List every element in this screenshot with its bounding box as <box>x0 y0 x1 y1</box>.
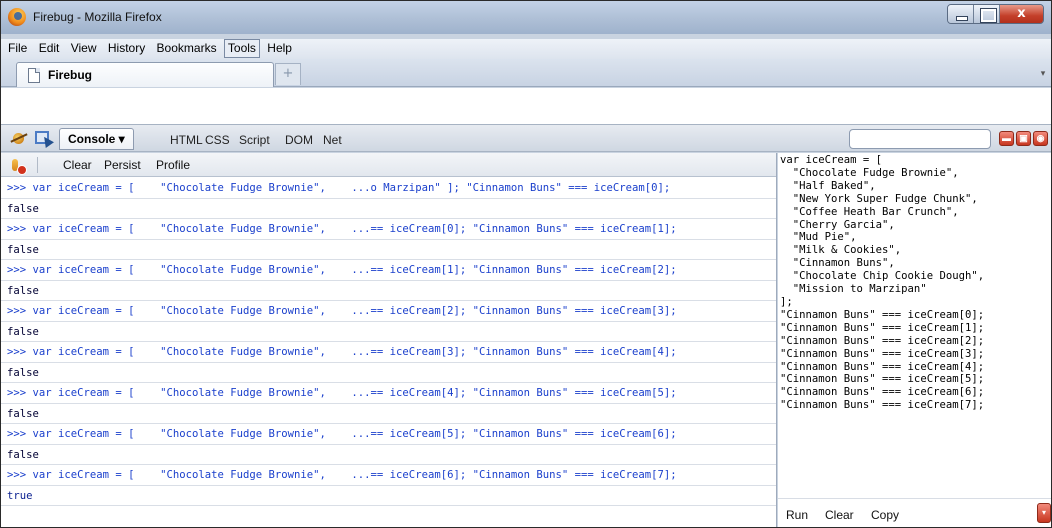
console-command-row[interactable]: >>> var iceCream = [ "Chocolate Fudge Br… <box>1 342 776 363</box>
window-controls: x <box>947 4 1044 24</box>
tab-bar: Firebug + ▾ <box>1 59 1051 87</box>
run-button[interactable]: Run <box>786 508 808 522</box>
code-line: var iceCream = [ <box>780 154 883 166</box>
command-editor-panel: var iceCream = [ "Chocolate Fudge Browni… <box>778 153 1051 527</box>
tab-firebug[interactable]: Firebug <box>16 62 274 87</box>
code-line: "Cinnamon Buns" === iceCream[7]; <box>780 399 985 412</box>
code-line: "Mud Pie", <box>780 231 857 244</box>
console-result-row: false <box>1 404 776 424</box>
code-line: "Cinnamon Buns", <box>780 257 895 270</box>
firebug-close-icon[interactable]: ◉ <box>1033 131 1048 146</box>
editor-clear-button[interactable]: Clear <box>825 508 854 522</box>
code-line: "Cinnamon Buns" === iceCream[4]; <box>780 360 985 373</box>
code-line: "Cinnamon Buns" === iceCream[5]; <box>780 373 985 386</box>
console-command-row[interactable]: >>> var iceCream = [ "Chocolate Fudge Br… <box>1 260 776 281</box>
console-result-row: false <box>1 240 776 260</box>
code-line: "Cinnamon Buns" === iceCream[0]; <box>780 308 985 321</box>
code-line: "Half Baked", <box>780 179 876 192</box>
console-result-row: true <box>1 486 776 506</box>
console-command-row[interactable]: >>> var iceCream = [ "Chocolate Fudge Br… <box>1 383 776 404</box>
console-log: >>> var iceCream = [ "Chocolate Fudge Br… <box>1 178 776 527</box>
code-line: "Coffee Heath Bar Crunch", <box>780 205 959 218</box>
copy-button[interactable]: Copy <box>871 508 899 522</box>
code-line: "Milk & Cookies", <box>780 244 902 257</box>
menu-bookmarks[interactable]: Bookmarks <box>153 39 221 58</box>
console-command-row[interactable]: >>> var iceCream = [ "Chocolate Fudge Br… <box>1 301 776 322</box>
close-icon: x <box>1017 6 1026 21</box>
tab-title: Firebug <box>48 68 92 82</box>
tab-net[interactable]: Net <box>323 133 342 147</box>
code-line: "Chocolate Chip Cookie Dough", <box>780 270 985 283</box>
menu-tools[interactable]: Tools <box>223 39 260 58</box>
tab-console[interactable]: Console ▾ <box>59 128 134 150</box>
code-line: "Cinnamon Buns" === iceCream[2]; <box>780 334 985 347</box>
toolbar-divider <box>37 157 38 173</box>
code-line: "Cinnamon Buns" === iceCream[3]; <box>780 347 985 360</box>
console-command-row[interactable]: >>> var iceCream = [ "Chocolate Fudge Br… <box>1 219 776 240</box>
menu-view[interactable]: View <box>67 39 101 58</box>
menu-help[interactable]: Help <box>263 39 296 58</box>
console-result-row: false <box>1 445 776 465</box>
console-profile-button[interactable]: Profile <box>156 158 190 172</box>
console-result-row: false <box>1 322 776 342</box>
editor-scroll-icon[interactable]: ▾ <box>1037 503 1051 523</box>
console-clear-icon[interactable] <box>10 157 27 175</box>
command-editor-textarea[interactable]: var iceCream = [ "Chocolate Fudge Browni… <box>778 153 1051 498</box>
console-result-row: false <box>1 199 776 219</box>
maximize-button[interactable] <box>974 5 1000 23</box>
firebug-toolbar: Console ▾ HTML CSS Script DOM Net ▬ ▣ ◉ <box>1 124 1051 152</box>
firebug-detach-icon[interactable]: ▣ <box>1016 131 1031 146</box>
menu-edit[interactable]: Edit <box>35 39 64 58</box>
menu-file[interactable]: File <box>4 39 31 58</box>
console-result-row: false <box>1 281 776 301</box>
tab-list-chevron-icon[interactable]: ▾ <box>1036 63 1050 85</box>
menu-history[interactable]: History <box>104 39 149 58</box>
code-line: "Chocolate Fudge Brownie", <box>780 166 959 179</box>
minimize-button[interactable] <box>948 5 974 23</box>
firebug-minimize-icon[interactable]: ▬ <box>999 131 1014 146</box>
console-toolbar: Clear Persist Profile <box>1 153 776 177</box>
console-command-row[interactable]: >>> var iceCream = [ "Chocolate Fudge Br… <box>1 424 776 445</box>
console-clear-button[interactable]: Clear <box>63 158 92 172</box>
code-line: "New York Super Fudge Chunk", <box>780 192 978 205</box>
code-line: "Mission to Marzipan" <box>780 283 927 296</box>
window-title: Firebug - Mozilla Firefox <box>33 10 162 24</box>
tab-css[interactable]: CSS <box>205 133 230 147</box>
firefox-window: Firebug - Mozilla Firefox x File Edit Vi… <box>0 0 1052 528</box>
code-line: "Cherry Garcia", <box>780 218 895 231</box>
tab-script[interactable]: Script <box>239 133 270 147</box>
page-content-area <box>1 88 1051 124</box>
code-line: ]; <box>780 295 793 308</box>
page-icon <box>28 68 40 83</box>
firebug-bug-icon[interactable] <box>10 130 28 146</box>
inspect-icon[interactable] <box>33 129 51 147</box>
console-result-row: false <box>1 363 776 383</box>
editor-toolbar: Run Clear Copy ▾ <box>778 498 1051 527</box>
code-line: "Cinnamon Buns" === iceCream[1]; <box>780 321 985 334</box>
console-command-row[interactable]: >>> var iceCream = [ "Chocolate Fudge Br… <box>1 178 776 199</box>
close-button[interactable]: x <box>1000 5 1043 23</box>
tab-dom[interactable]: DOM <box>285 133 313 147</box>
firebug-search-input[interactable] <box>849 129 991 149</box>
title-bar: Firebug - Mozilla Firefox x <box>1 1 1051 34</box>
new-tab-button[interactable]: + <box>275 63 301 85</box>
firefox-logo-icon <box>8 8 26 26</box>
code-line: "Cinnamon Buns" === iceCream[6]; <box>780 386 985 399</box>
console-command-row[interactable]: >>> var iceCream = [ "Chocolate Fudge Br… <box>1 465 776 486</box>
menu-bar: File Edit View History Bookmarks Tools H… <box>1 39 1051 59</box>
tab-html[interactable]: HTML <box>170 133 203 147</box>
console-panel: Clear Persist Profile >>> var iceCream =… <box>1 153 777 527</box>
console-persist-button[interactable]: Persist <box>104 158 141 172</box>
